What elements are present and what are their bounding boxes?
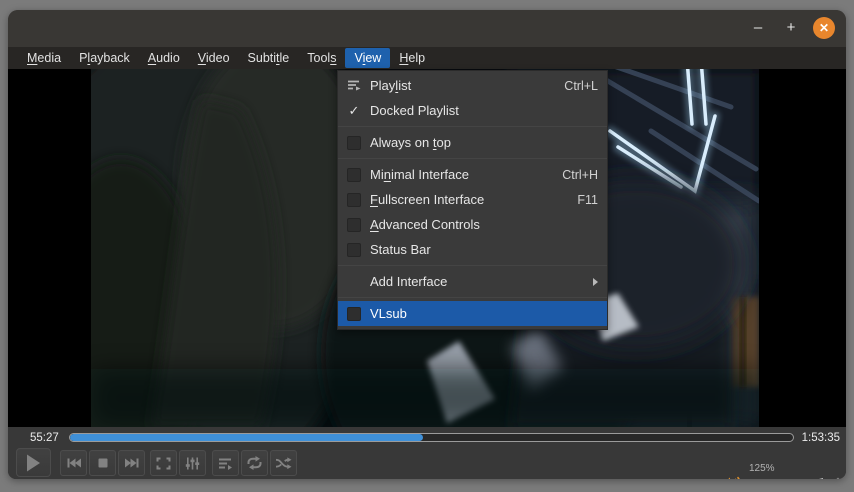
playlist-icon bbox=[218, 457, 233, 470]
close-button[interactable]: ✕ bbox=[813, 17, 835, 39]
checkbox-icon bbox=[347, 243, 361, 257]
play-icon bbox=[26, 454, 41, 472]
volume-level-label: 125% bbox=[749, 463, 775, 474]
checkbox-icon bbox=[347, 136, 361, 150]
checkbox-icon bbox=[347, 218, 361, 232]
menu-item-add-interface[interactable]: Add Interface bbox=[338, 269, 607, 294]
transport-buttons-row: 125% bbox=[8, 448, 846, 479]
seek-bar-fill bbox=[70, 434, 423, 441]
menu-video[interactable]: Video bbox=[189, 48, 239, 68]
submenu-arrow-icon bbox=[593, 278, 598, 286]
checkbox-icon bbox=[347, 307, 361, 321]
total-time: 1:53:35 bbox=[802, 432, 840, 444]
menu-item-fullscreen-interface[interactable]: Fullscreen Interface F11 bbox=[338, 187, 607, 212]
menu-separator bbox=[338, 297, 607, 298]
play-button[interactable] bbox=[16, 448, 51, 477]
stop-button[interactable] bbox=[89, 450, 116, 476]
menu-item-minimal-interface[interactable]: Minimal Interface Ctrl+H bbox=[338, 162, 607, 187]
menu-item-docked-playlist[interactable]: ✓ Docked Playlist bbox=[338, 98, 607, 123]
seek-row: 55:27 1:53:35 bbox=[8, 427, 846, 448]
shortcut-label: F11 bbox=[577, 193, 598, 207]
menu-item-playlist[interactable]: Playlist Ctrl+L bbox=[338, 73, 607, 98]
fullscreen-icon bbox=[156, 457, 171, 470]
checkbox-icon bbox=[347, 168, 361, 182]
menu-item-status-bar[interactable]: Status Bar bbox=[338, 237, 607, 262]
view-dropdown-menu: Playlist Ctrl+L ✓ Docked Playlist Always… bbox=[337, 70, 608, 330]
stop-icon bbox=[97, 457, 109, 469]
control-bar: 55:27 1:53:35 bbox=[8, 427, 846, 479]
check-icon: ✓ bbox=[345, 103, 363, 119]
minimize-button[interactable]: – bbox=[748, 18, 768, 38]
volume-mute-button[interactable] bbox=[720, 476, 742, 479]
previous-icon bbox=[66, 457, 82, 469]
elapsed-time: 55:27 bbox=[30, 432, 59, 444]
fullscreen-button[interactable] bbox=[150, 450, 177, 476]
loop-icon bbox=[246, 456, 263, 470]
menu-playback[interactable]: Playback bbox=[70, 48, 139, 68]
menu-media[interactable]: Media bbox=[18, 48, 70, 68]
menu-view[interactable]: View bbox=[345, 48, 390, 68]
menu-help[interactable]: Help bbox=[390, 48, 434, 68]
menu-item-always-on-top[interactable]: Always on top bbox=[338, 130, 607, 155]
previous-button[interactable] bbox=[60, 450, 87, 476]
extended-settings-button[interactable] bbox=[179, 450, 206, 476]
resize-grip[interactable] bbox=[824, 476, 841, 479]
menu-item-advanced-controls[interactable]: Advanced Controls bbox=[338, 212, 607, 237]
shortcut-label: Ctrl+H bbox=[562, 168, 598, 182]
loop-button[interactable] bbox=[241, 450, 268, 476]
desktop: – + ✕ Media Playback Audio Video Subtitl… bbox=[0, 0, 854, 492]
volume-slider[interactable] bbox=[747, 478, 823, 479]
playlist-icon bbox=[345, 78, 363, 94]
random-button[interactable] bbox=[270, 450, 297, 476]
seek-bar[interactable] bbox=[69, 433, 794, 442]
playlist-button[interactable] bbox=[212, 450, 239, 476]
menu-audio[interactable]: Audio bbox=[139, 48, 189, 68]
next-button[interactable] bbox=[118, 450, 145, 476]
menu-separator bbox=[338, 265, 607, 266]
speaker-icon bbox=[720, 476, 742, 479]
menu-separator bbox=[338, 126, 607, 127]
menu-bar: Media Playback Audio Video Subtitle Tool… bbox=[8, 47, 846, 69]
menu-separator bbox=[338, 158, 607, 159]
resize-grip-icon bbox=[824, 476, 841, 479]
menu-subtitle[interactable]: Subtitle bbox=[239, 48, 299, 68]
checkbox-icon bbox=[347, 193, 361, 207]
shortcut-label: Ctrl+L bbox=[564, 79, 598, 93]
maximize-button[interactable]: + bbox=[781, 18, 801, 38]
equalizer-icon bbox=[185, 457, 200, 470]
vlc-window: – + ✕ Media Playback Audio Video Subtitl… bbox=[8, 10, 846, 479]
next-icon bbox=[124, 457, 140, 469]
menu-tools[interactable]: Tools bbox=[298, 48, 345, 68]
menu-item-vlsub[interactable]: VLsub bbox=[338, 301, 607, 326]
shuffle-icon bbox=[275, 457, 292, 470]
title-bar[interactable]: – + ✕ bbox=[8, 10, 846, 47]
